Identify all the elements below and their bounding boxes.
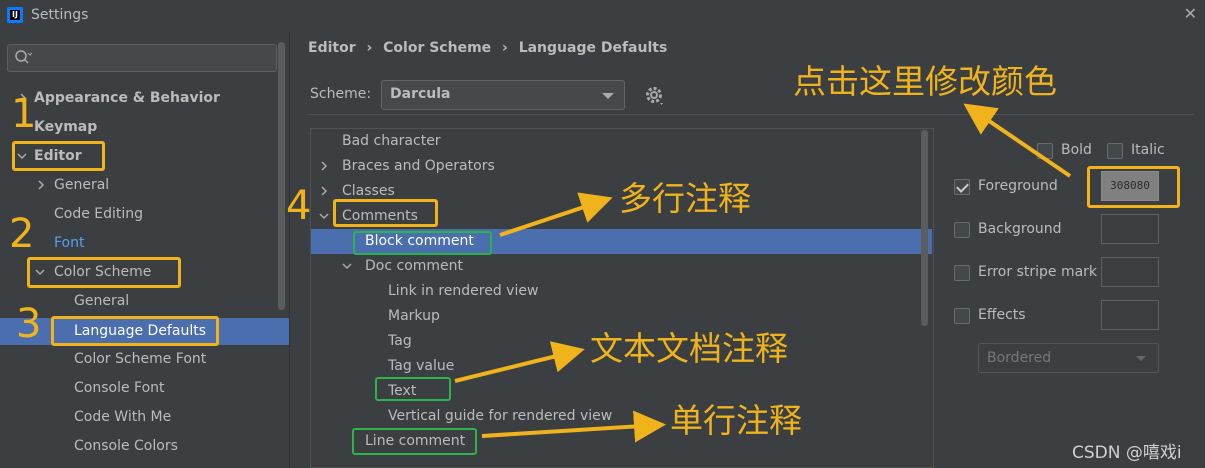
error-stripe-checkbox[interactable]	[954, 265, 970, 281]
tree-item-tag[interactable]: Tag	[388, 329, 412, 354]
highlight-editor	[12, 141, 105, 171]
chevron-right-icon[interactable]	[36, 173, 46, 197]
tree-item-markup[interactable]: Markup	[388, 304, 440, 329]
effects-color-swatch[interactable]	[1101, 300, 1159, 330]
sidebar-scrollbar[interactable]	[278, 42, 285, 310]
sidebar-item-code-editing[interactable]: Code Editing	[54, 202, 143, 226]
attributes-scrollbar[interactable]	[921, 130, 928, 326]
step-number-1: 1	[11, 91, 37, 137]
sidebar-item-code-with-me[interactable]: Code With Me	[74, 405, 171, 429]
annotation-doc-comment: 文本文档注释	[590, 329, 788, 368]
title-bar: IJ Settings ✕	[0, 0, 1205, 32]
tree-item-vertical-guide[interactable]: Vertical guide for rendered view	[388, 404, 612, 429]
close-icon[interactable]: ✕	[1184, 4, 1197, 23]
sidebar-item-appearance-behavior[interactable]: Appearance & Behavior	[34, 86, 220, 110]
error-stripe-color-swatch[interactable]	[1101, 257, 1159, 287]
sidebar-item-console-font[interactable]: Console Font	[74, 376, 165, 400]
gear-icon[interactable]	[644, 85, 666, 107]
panel-divider[interactable]	[289, 32, 290, 468]
dropdown-arrow-icon	[602, 93, 614, 99]
chevron-down-icon[interactable]	[318, 204, 330, 228]
scheme-value: Darcula	[390, 86, 451, 102]
search-icon	[15, 50, 32, 64]
highlight-foreground-swatch	[1087, 166, 1180, 208]
foreground-label: Foreground	[978, 178, 1058, 194]
sidebar-item-color-scheme-font[interactable]: Color Scheme Font	[74, 347, 206, 371]
scheme-label: Scheme:	[310, 86, 372, 102]
breadcrumb: Editor › Color Scheme › Language Default…	[308, 40, 667, 56]
step-number-4: 4	[286, 183, 312, 229]
italic-label: Italic	[1131, 142, 1165, 158]
highlight-block-comment	[353, 231, 492, 255]
highlight-line-comment	[352, 428, 477, 455]
background-color-swatch[interactable]	[1101, 214, 1159, 244]
window-title: Settings	[31, 7, 89, 23]
chevron-right-icon[interactable]	[319, 179, 329, 203]
sidebar-item-color-scheme-general[interactable]: General	[74, 289, 129, 313]
foreground-checkbox[interactable]	[954, 179, 970, 195]
tree-item-braces-operators[interactable]: Braces and Operators	[342, 154, 495, 179]
highlight-color-scheme	[27, 257, 181, 288]
step-number-3: 3	[16, 301, 42, 347]
effects-checkbox[interactable]	[954, 308, 970, 324]
highlight-text	[375, 377, 451, 401]
chevron-right-icon[interactable]	[319, 154, 329, 178]
effects-type-dropdown[interactable]: Bordered	[978, 343, 1159, 373]
search-input[interactable]	[7, 44, 277, 72]
effects-type-value: Bordered	[987, 350, 1052, 366]
tree-item-tag-value[interactable]: Tag value	[388, 354, 454, 379]
bold-checkbox[interactable]	[1037, 143, 1053, 159]
sidebar-item-font[interactable]: Font	[54, 231, 84, 255]
breadcrumb-separator: ›	[366, 40, 373, 56]
breadcrumb-item-language-defaults: Language Defaults	[518, 40, 668, 56]
background-checkbox[interactable]	[954, 222, 970, 238]
sidebar-item-keymap[interactable]: Keymap	[34, 115, 97, 139]
dropdown-arrow-icon	[1136, 356, 1146, 361]
highlight-language-defaults	[51, 316, 219, 346]
breadcrumb-item-editor: Editor	[308, 40, 356, 56]
tree-item-link-rendered-view[interactable]: Link in rendered view	[388, 279, 538, 304]
annotation-line-comment: 单行注释	[670, 401, 802, 440]
watermark: CSDN @嘻戏i	[1072, 443, 1182, 463]
scheme-dropdown[interactable]: Darcula	[381, 80, 625, 110]
effects-label: Effects	[978, 307, 1026, 323]
tree-item-doc-comment[interactable]: Doc comment	[365, 254, 463, 279]
step-number-2: 2	[9, 211, 35, 257]
annotation-block-comment: 多行注释	[619, 179, 751, 218]
breadcrumb-separator: ›	[502, 40, 508, 56]
annotation-change-color: 点击这里修改颜色	[793, 62, 1057, 101]
header-separator	[308, 114, 1194, 115]
italic-checkbox[interactable]	[1107, 143, 1123, 159]
breadcrumb-item-color-scheme: Color Scheme	[383, 40, 492, 56]
background-label: Background	[978, 221, 1062, 237]
highlight-comments	[333, 199, 438, 227]
sidebar-item-console-colors[interactable]: Console Colors	[74, 434, 178, 458]
sidebar-item-general[interactable]: General	[54, 173, 109, 197]
arrow-to-foreground-swatch	[963, 103, 1072, 178]
tree-item-bad-character[interactable]: Bad character	[342, 129, 441, 154]
intellij-logo-icon: IJ	[7, 7, 23, 23]
error-stripe-label: Error stripe mark	[978, 264, 1098, 280]
chevron-down-icon[interactable]	[341, 254, 353, 278]
bold-label: Bold	[1061, 142, 1092, 158]
